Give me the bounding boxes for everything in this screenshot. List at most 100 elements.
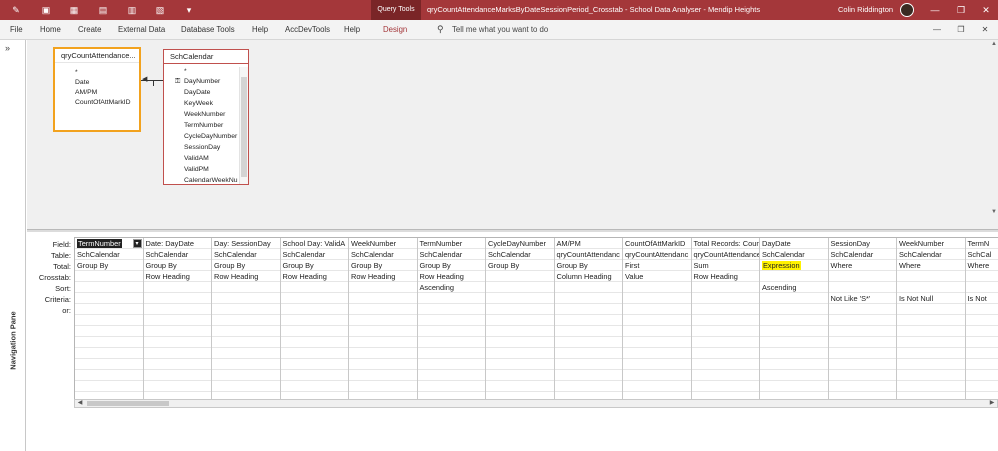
table-cell[interactable]: SchCalendar [486, 249, 554, 260]
or-cell[interactable] [280, 348, 348, 359]
or-cell[interactable] [143, 326, 211, 337]
or-cell[interactable] [691, 337, 759, 348]
or-cell[interactable] [760, 315, 828, 326]
or-cell[interactable] [143, 381, 211, 392]
grid-column[interactable]: Date: DayDate SchCalendar Group By Row Head… [143, 238, 212, 400]
or-cell[interactable] [897, 337, 965, 348]
or-cell[interactable] [554, 304, 622, 315]
field-cell[interactable]: TermNumber [417, 238, 485, 249]
table-cell[interactable]: SchCalendar [349, 249, 417, 260]
field-item[interactable]: TermNumber [184, 121, 223, 131]
grid-column[interactable]: SessionDay SchCalendar Where Not Like 'S*' [828, 238, 897, 400]
schcalendar-table[interactable]: SchCalendar * ⚿ DayNumber DayDate KeyWee… [163, 49, 249, 185]
or-cell[interactable] [486, 315, 554, 326]
or-cell[interactable] [75, 348, 143, 359]
table-cell[interactable]: qryCountAttendanc [554, 249, 622, 260]
or-cell[interactable] [554, 370, 622, 381]
query-source-table[interactable]: qryCountAttendance... * Date AM/PM Count… [53, 47, 141, 132]
or-cell[interactable] [554, 315, 622, 326]
or-cell[interactable] [349, 370, 417, 381]
or-cell[interactable] [828, 370, 896, 381]
or-cell[interactable] [897, 304, 965, 315]
field-list-scrollbar[interactable] [239, 67, 248, 184]
table-cell[interactable]: SchCalendar [897, 249, 965, 260]
save-icon[interactable]: ▣ [40, 4, 52, 16]
table-title[interactable]: qryCountAttendance... [55, 49, 139, 63]
or-cell[interactable] [417, 326, 485, 337]
total-cell[interactable]: Group By [417, 260, 485, 271]
total-cell[interactable]: Expression [760, 260, 828, 271]
or-cell[interactable] [897, 315, 965, 326]
or-cell[interactable] [623, 326, 691, 337]
or-cell[interactable] [623, 315, 691, 326]
or-cell[interactable] [349, 337, 417, 348]
or-cell[interactable] [760, 381, 828, 392]
field-cell[interactable]: DayDate [760, 238, 828, 249]
tab-accdevtools[interactable]: AccDevTools [285, 20, 330, 39]
or-cell[interactable] [349, 348, 417, 359]
or-cell[interactable] [623, 381, 691, 392]
crosstab-cell[interactable]: Row Heading [691, 271, 759, 282]
or-cell[interactable] [143, 370, 211, 381]
or-cell[interactable] [965, 337, 998, 348]
or-cell[interactable] [965, 326, 998, 337]
or-cell[interactable] [828, 348, 896, 359]
or-cell[interactable] [486, 381, 554, 392]
tab-database-tools[interactable]: Database Tools [181, 20, 235, 39]
sort-cell[interactable] [143, 282, 211, 293]
or-cell[interactable] [760, 370, 828, 381]
or-cell[interactable] [897, 370, 965, 381]
table-cell[interactable]: SchCalendar [212, 249, 280, 260]
or-cell[interactable] [143, 359, 211, 370]
criteria-cell[interactable]: Not Like 'S*' [828, 293, 896, 304]
field-item[interactable]: SessionDay [184, 143, 220, 153]
field-cell[interactable]: Day: SessionDay [212, 238, 280, 249]
or-cell[interactable] [280, 381, 348, 392]
grid-column[interactable]: Day: SessionDay SchCalendar Group By Row He… [212, 238, 281, 400]
or-cell[interactable] [486, 370, 554, 381]
expand-chevron-icon[interactable]: » [5, 43, 10, 53]
total-cell[interactable]: Group By [143, 260, 211, 271]
grid-horizontal-scrollbar[interactable]: ◀ ▶ [74, 399, 998, 408]
sql-view-icon[interactable]: ▥ [126, 4, 138, 16]
or-cell[interactable] [554, 359, 622, 370]
navigation-pane[interactable]: » Navigation Pane [0, 40, 26, 451]
or-cell[interactable] [897, 326, 965, 337]
criteria-cell[interactable] [486, 293, 554, 304]
sort-cell[interactable] [965, 282, 998, 293]
crosstab-cell[interactable]: Row Heading [417, 271, 485, 282]
form-view-icon[interactable]: ▧ [154, 4, 166, 16]
or-cell[interactable] [212, 359, 280, 370]
field-item[interactable]: CountOfAttMarkID [75, 98, 131, 108]
scroll-thumb[interactable] [87, 401, 169, 406]
or-cell[interactable] [554, 337, 622, 348]
or-cell[interactable] [280, 304, 348, 315]
crosstab-cell[interactable]: Row Heading [212, 271, 280, 282]
datasheet-view-icon[interactable]: ▦ [68, 4, 80, 16]
or-cell[interactable] [212, 315, 280, 326]
criteria-cell[interactable] [417, 293, 485, 304]
or-cell[interactable] [212, 326, 280, 337]
crosstab-cell[interactable] [760, 271, 828, 282]
field-cell[interactable]: School Day: ValidA [280, 238, 348, 249]
grid-column[interactable]: DayDate SchCalendar Expression Ascending [760, 238, 829, 400]
scroll-down-icon[interactable]: ▼ [990, 208, 998, 216]
or-cell[interactable] [280, 326, 348, 337]
document-restore-button[interactable]: ❐ [954, 20, 968, 39]
or-cell[interactable] [486, 359, 554, 370]
or-cell[interactable] [691, 348, 759, 359]
sort-cell[interactable]: Ascending [417, 282, 485, 293]
scroll-right-icon[interactable]: ▶ [987, 400, 997, 407]
total-cell[interactable]: Group By [75, 260, 143, 271]
or-cell[interactable] [691, 381, 759, 392]
grid-column[interactable]: School Day: ValidA SchCalendar Group By Row… [280, 238, 349, 400]
tab-external-data[interactable]: External Data [118, 20, 165, 39]
or-cell[interactable] [897, 348, 965, 359]
or-cell[interactable] [554, 381, 622, 392]
or-cell[interactable] [417, 381, 485, 392]
field-cell[interactable]: AM/PM [554, 238, 622, 249]
sort-cell[interactable] [212, 282, 280, 293]
scroll-left-icon[interactable]: ◀ [75, 400, 85, 407]
or-cell[interactable] [760, 326, 828, 337]
sort-cell[interactable] [486, 282, 554, 293]
